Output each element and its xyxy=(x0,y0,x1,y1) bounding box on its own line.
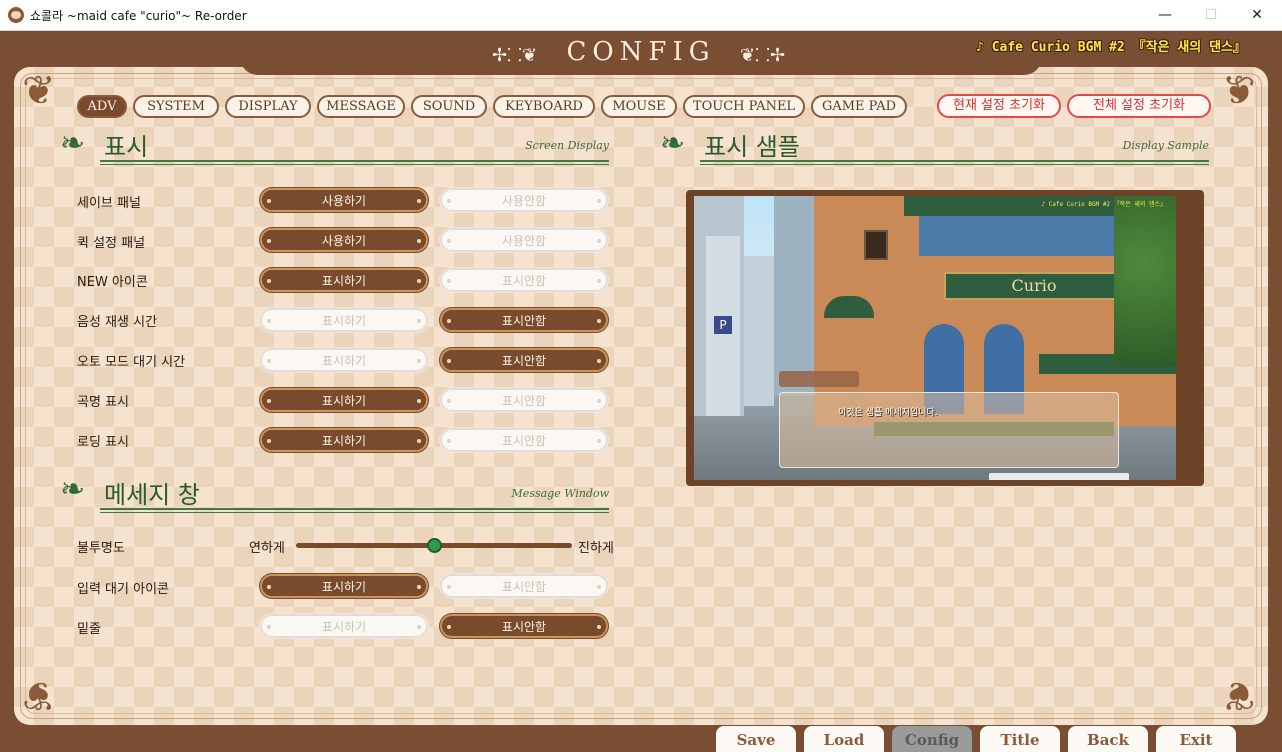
building xyxy=(706,236,740,436)
section-display-header: ❧ 표시 Screen Display xyxy=(60,127,609,169)
tab-game-pad[interactable]: GAME PAD xyxy=(811,95,907,118)
display-sample-frame: P Curio ♪ Cafe Curio BGM #2 『작은 새의 댄스』 이… xyxy=(686,190,1204,486)
tab-system[interactable]: SYSTEM xyxy=(133,95,219,118)
tab-keyboard[interactable]: KEYBOARD xyxy=(493,95,595,118)
section-sample-subtitle: Display Sample xyxy=(1122,139,1209,152)
divider xyxy=(100,512,609,513)
window-titlebar: 쇼콜라 ~maid cafe "curio"~ Re-order — ☐ ✕ xyxy=(0,0,1282,31)
exit-button[interactable]: Exit xyxy=(1156,726,1236,752)
maximize-button[interactable]: ☐ xyxy=(1188,0,1234,31)
back-button[interactable]: Back xyxy=(1068,726,1148,752)
curl-ornament-icon: ❧ xyxy=(60,126,86,161)
option-label: 입력 대기 아이콘 xyxy=(77,582,169,597)
header-band: ✢⸬❦ CONFIG ❦⸬✢ xyxy=(240,31,1042,75)
building xyxy=(744,256,774,406)
new-icon-on-button[interactable]: 표시하기 xyxy=(260,268,428,292)
sample-control-bar xyxy=(989,473,1129,480)
tab-sound[interactable]: SOUND xyxy=(411,95,487,118)
hanging-sign-icon xyxy=(864,230,888,260)
sample-bgm-title: ♪ Cafe Curio BGM #2 『작은 새의 댄스』 xyxy=(1041,201,1166,208)
divider xyxy=(100,160,609,162)
save-panel-on-button[interactable]: 사용하기 xyxy=(260,188,428,212)
app-icon xyxy=(8,7,24,23)
quick-panel-off-button[interactable]: 사용안함 xyxy=(440,228,608,252)
section-sample-header: ❧ 표시 샘플 Display Sample xyxy=(660,127,1209,169)
song-title-on-button[interactable]: 표시하기 xyxy=(260,388,428,412)
curl-ornament-icon: ❧ xyxy=(660,126,686,161)
option-label: 곡명 표시 xyxy=(77,395,129,410)
title-button[interactable]: Title xyxy=(980,726,1060,752)
option-label: 로딩 표시 xyxy=(77,435,129,450)
auto-wait-on-button[interactable]: 표시하기 xyxy=(260,348,428,372)
divider xyxy=(100,508,609,510)
loading-on-button[interactable]: 표시하기 xyxy=(260,428,428,452)
underline-on-button[interactable]: 표시하기 xyxy=(260,614,428,638)
opacity-slider-knob[interactable] xyxy=(426,538,442,553)
auto-wait-off-button[interactable]: 표시안함 xyxy=(440,348,608,372)
option-label: NEW 아이콘 xyxy=(77,275,148,290)
tab-adv[interactable]: ADV xyxy=(77,95,127,118)
option-label: 오토 모드 대기 시간 xyxy=(77,355,186,370)
game-screen: ❦ ❦ ❦ ❦ ✢⸬❦ CONFIG ❦⸬✢ ♪ Cafe Curio BGM … xyxy=(0,31,1282,752)
divider xyxy=(700,160,1209,162)
save-panel-off-button[interactable]: 사용안함 xyxy=(440,188,608,212)
option-label: 퀵 설정 패널 xyxy=(77,236,146,251)
curl-ornament-icon: ❧ xyxy=(60,472,86,507)
quick-panel-on-button[interactable]: 사용하기 xyxy=(260,228,428,252)
sample-message-text: 이것은 샘플 메세지입니다. xyxy=(838,408,938,418)
section-message-subtitle: Message Window xyxy=(511,487,609,500)
option-label: 음성 재생 시간 xyxy=(77,315,158,330)
voice-time-on-button[interactable]: 표시하기 xyxy=(260,308,428,332)
config-button[interactable]: Config xyxy=(892,726,972,752)
sample-side-menu xyxy=(1176,196,1188,480)
close-button[interactable]: ✕ xyxy=(1234,0,1280,31)
parking-sign-icon: P xyxy=(714,316,732,334)
sample-name-tag xyxy=(779,371,859,387)
reset-all-button[interactable]: 전체 설정 초기화 xyxy=(1067,94,1211,118)
divider xyxy=(700,164,1209,165)
slider-min-label: 연하게 xyxy=(249,541,285,556)
tab-mouse[interactable]: MOUSE xyxy=(601,95,677,118)
divider xyxy=(100,164,609,165)
underline-off-button[interactable]: 표시안함 xyxy=(440,614,608,638)
section-message-title: 메세지 창 xyxy=(104,481,200,509)
corner-ornament-top-left-icon: ❦ xyxy=(22,68,56,114)
slider-max-label: 진하게 xyxy=(578,541,614,556)
tab-message[interactable]: MESSAGE xyxy=(317,95,405,118)
song-title-off-button[interactable]: 표시안함 xyxy=(440,388,608,412)
section-display-title: 표시 xyxy=(104,133,149,161)
minimize-button[interactable]: — xyxy=(1142,0,1188,31)
window-title: 쇼콜라 ~maid cafe "curio"~ Re-order xyxy=(30,9,247,23)
sample-message-window: 이것은 샘플 메세지입니다. xyxy=(779,392,1119,468)
save-button[interactable]: Save xyxy=(716,726,796,752)
option-label: 세이브 패널 xyxy=(77,196,141,211)
option-label: 불투명도 xyxy=(77,541,125,556)
building xyxy=(774,196,814,396)
corner-ornament-bottom-left-icon: ❦ xyxy=(22,672,56,718)
section-message-header: ❧ 메세지 창 Message Window xyxy=(60,473,609,515)
cafe-sign: Curio xyxy=(944,272,1124,300)
option-label: 밑줄 xyxy=(77,622,101,637)
voice-time-off-button[interactable]: 표시안함 xyxy=(440,308,608,332)
new-icon-off-button[interactable]: 표시안함 xyxy=(440,268,608,292)
tab-display[interactable]: DISPLAY xyxy=(225,95,311,118)
loading-off-button[interactable]: 표시안함 xyxy=(440,428,608,452)
bgm-title: ♪ Cafe Curio BGM #2 『작은 새의 댄스』 xyxy=(976,40,1246,55)
section-sample-title: 표시 샘플 xyxy=(704,133,800,161)
tab-touch-panel[interactable]: TOUCH PANEL xyxy=(683,95,805,118)
wait-icon-off-button[interactable]: 표시안함 xyxy=(440,574,608,598)
corner-ornament-bottom-right-icon: ❦ xyxy=(1222,672,1256,718)
reset-current-button[interactable]: 현재 설정 초기화 xyxy=(937,94,1061,118)
wait-icon-on-button[interactable]: 표시하기 xyxy=(260,574,428,598)
corner-ornament-top-right-icon: ❦ xyxy=(1222,68,1256,114)
load-button[interactable]: Load xyxy=(804,726,884,752)
flourish-right-icon: ❦⸬✢ xyxy=(740,45,786,66)
display-sample-image: P Curio ♪ Cafe Curio BGM #2 『작은 새의 댄스』 이… xyxy=(694,196,1188,480)
page-title: CONFIG xyxy=(566,37,716,67)
section-display-subtitle: Screen Display xyxy=(525,139,609,152)
